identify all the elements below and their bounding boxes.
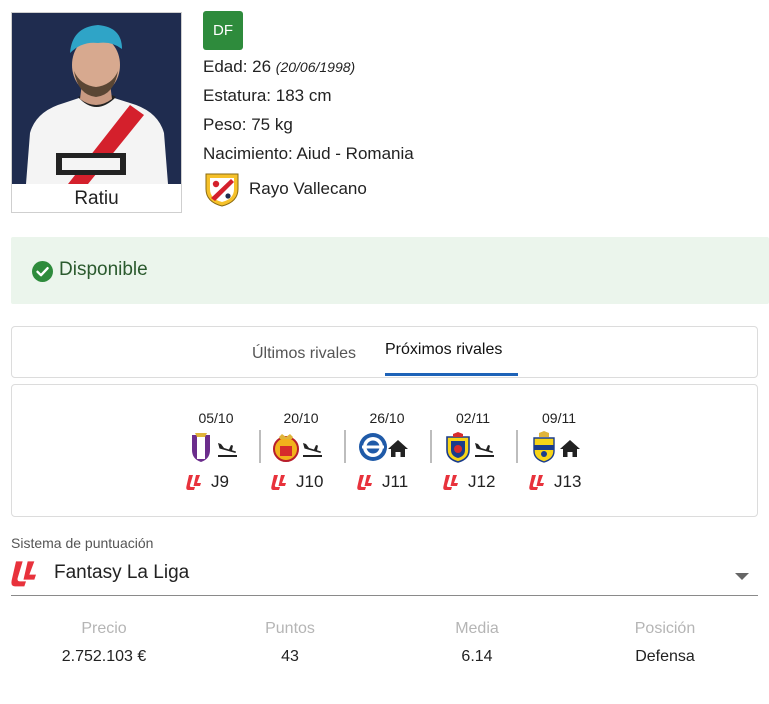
home-icon [559, 437, 581, 459]
stat-average-value: 6.14 [461, 648, 493, 665]
fixture-separator [516, 430, 518, 463]
scoring-system-select[interactable]: Fantasy La Liga [11, 554, 758, 596]
laliga-logo-icon [271, 473, 289, 491]
player-age-row: Edad: 26 (20/06/1998) [203, 57, 355, 77]
villarreal-crest-icon [443, 431, 473, 463]
fixture-round-label: J9 [211, 472, 229, 491]
check-circle-icon [32, 261, 53, 282]
laliga-logo-icon [529, 473, 547, 491]
team-name: Rayo Vallecano [249, 179, 367, 198]
stat-position-value: Defensa [635, 648, 695, 665]
rivals-tabs: Últimos rivales Próximos rivales [11, 326, 758, 378]
fixture-separator [430, 430, 432, 463]
stat-price-label: Precio [81, 620, 127, 637]
chevron-down-icon[interactable] [735, 573, 749, 580]
home-icon [387, 437, 409, 459]
fixture-item[interactable]: 02/11 J12 [443, 385, 529, 516]
player-photo [12, 13, 181, 184]
deportivo-alaves-crest-icon [357, 431, 387, 463]
stat-average: Media 6.14 [383, 620, 571, 666]
rcd-mallorca-crest-icon [271, 431, 301, 463]
player-date-of-birth: (20/06/1998) [275, 59, 356, 75]
stat-position-label: Posición [634, 620, 696, 637]
stat-price: Precio 2.752.103 € [10, 620, 198, 666]
fixture-date: 20/10 [283, 410, 319, 426]
scoring-system-value: Fantasy La Liga [54, 562, 190, 583]
player-photo-card: Ratiu [11, 12, 182, 213]
fixture-item[interactable]: 26/10 J11 [357, 385, 443, 516]
rayo-vallecano-crest-icon [203, 171, 241, 207]
fixture-date: 26/10 [369, 410, 405, 426]
fixture-item[interactable]: 09/11 J13 [529, 385, 615, 516]
ud-las-palmas-crest-icon [529, 431, 559, 463]
fixture-date: 02/11 [456, 410, 490, 426]
active-tab-indicator [385, 373, 518, 376]
fixture-round-label: J13 [554, 472, 582, 491]
real-valladolid-crest-icon [186, 431, 216, 463]
scoring-system-label: Sistema de puntuación [11, 535, 154, 551]
fixture-item[interactable]: 05/10 J9 [186, 385, 272, 516]
availability-status: Disponible [11, 237, 769, 304]
tab-next-rivals[interactable]: Próximos rivales [385, 341, 502, 359]
stat-price-value: 2.752.103 € [61, 648, 147, 665]
availability-text: Disponible [59, 259, 148, 280]
plane-landing-icon [216, 437, 238, 459]
upcoming-fixtures: 05/10 J9 20/10 J10 26/10 J11 02/11 J12 0… [11, 384, 758, 517]
fixture-date: 09/11 [542, 410, 576, 426]
plane-landing-icon [301, 437, 323, 459]
player-birthplace: Nacimiento: Aiud - Romania [203, 144, 414, 163]
position-badge: DF [203, 11, 243, 50]
fixture-round-label: J12 [468, 472, 496, 491]
player-height: Estatura: 183 cm [203, 86, 332, 105]
stat-points-value: 43 [281, 648, 299, 665]
fixture-round-label: J10 [296, 472, 324, 491]
player-weight: Peso: 75 kg [203, 115, 293, 134]
fixture-date: 05/10 [198, 410, 234, 426]
tab-last-rivals[interactable]: Últimos rivales [252, 345, 356, 363]
stat-average-label: Media [455, 620, 499, 637]
laliga-logo-icon [11, 558, 41, 588]
laliga-logo-icon [443, 473, 461, 491]
stat-points: Puntos 43 [196, 620, 384, 666]
fixture-round-label: J11 [382, 472, 409, 491]
player-age: Edad: 26 [203, 57, 272, 76]
stat-points-label: Puntos [265, 620, 315, 637]
plane-landing-icon [473, 437, 495, 459]
player-name-caption: Ratiu [74, 188, 119, 209]
stat-position: Posición Defensa [571, 620, 759, 666]
laliga-logo-icon [186, 473, 204, 491]
fixture-separator [344, 430, 346, 463]
laliga-logo-icon [357, 473, 375, 491]
fixture-separator [259, 430, 261, 463]
fixture-item[interactable]: 20/10 J10 [271, 385, 357, 516]
